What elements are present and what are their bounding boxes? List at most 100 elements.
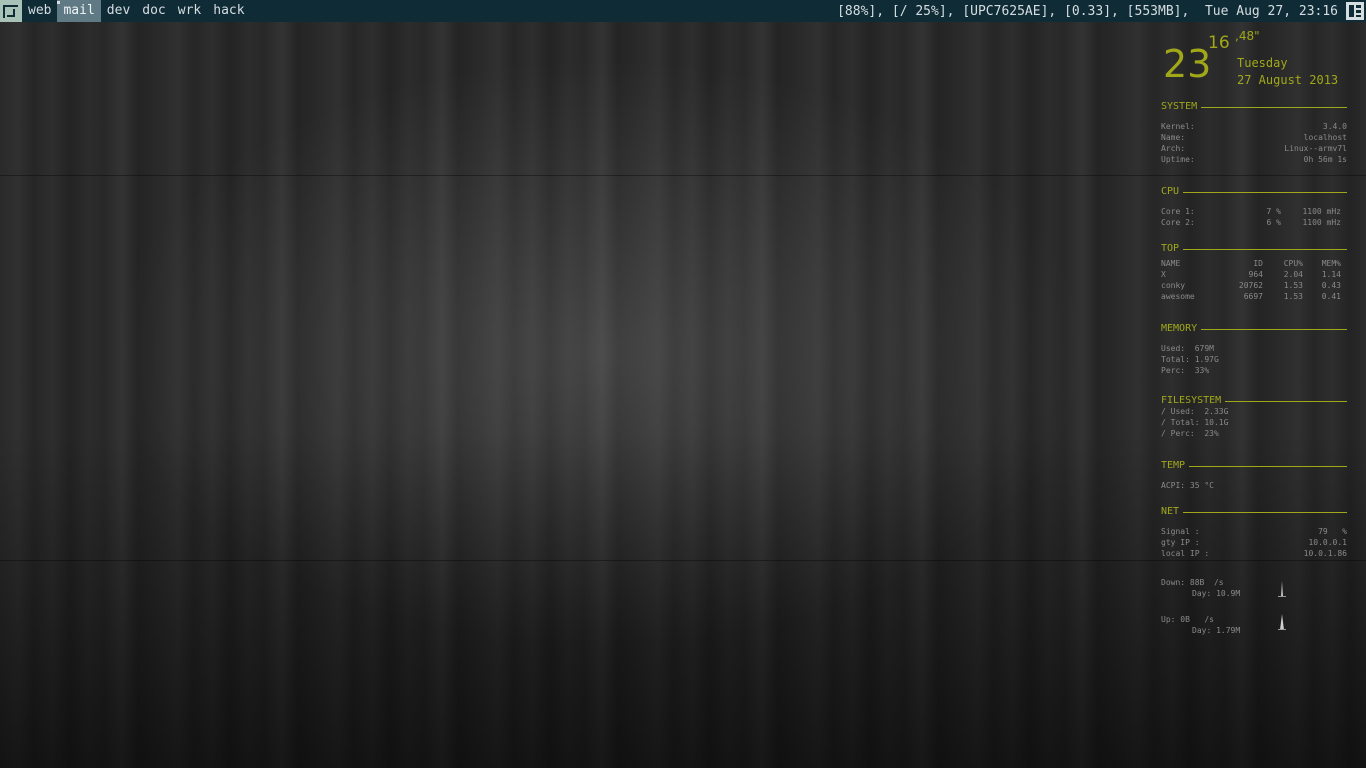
net-info: Signal : 79 % gty IP : 10.0.0.1 local IP :…	[1161, 526, 1347, 559]
section-title: CPU	[1161, 185, 1180, 197]
system-value: localhost	[1303, 133, 1347, 142]
process-cpu: 1.53	[1283, 281, 1303, 290]
process-row: awesome 6697 1.53 0.41	[1161, 291, 1347, 302]
download-spike-graph	[1278, 581, 1286, 597]
awesome-icon[interactable]	[0, 0, 22, 22]
tag-hack[interactable]: hack	[207, 0, 250, 22]
system-info: Kernel: 3.4.0 Name: localhost Arch: Linux--…	[1161, 121, 1347, 165]
tag-doc[interactable]: doc	[136, 0, 171, 22]
process-id: 964	[1248, 270, 1263, 279]
section-header-system: SYSTEM	[1157, 100, 1347, 112]
download-rate: Down: 88B /s	[1161, 578, 1224, 587]
memory-percent: Perc: 33%	[1161, 366, 1210, 375]
top-processes: NAME ID CPU% MEM% X 964 2.04 1.14 conky …	[1161, 258, 1347, 302]
section-rule	[1201, 106, 1347, 108]
net-value: 10.0.0.1	[1308, 538, 1347, 547]
cpu-usage: 6 %	[1266, 218, 1281, 227]
fs-used: / Used: 2.33G	[1161, 407, 1229, 416]
column-header: ID	[1253, 259, 1263, 268]
conky-monitor: 23 16 ,48" Tuesday 27 August 2013 SYSTEM…	[1157, 28, 1347, 638]
section-header-top: TOP	[1157, 242, 1347, 254]
system-row: Name: localhost	[1161, 132, 1347, 143]
clock-weekday: Tuesday	[1237, 56, 1288, 70]
system-key: Arch:	[1161, 144, 1186, 153]
cpu-frequency: 1100 mHz	[1302, 218, 1341, 227]
cpu-info: Core 1: 7 % 1100 mHz Core 2: 6 % 1100 mHz	[1161, 206, 1347, 228]
section-title: TOP	[1161, 242, 1180, 254]
net-key: local IP :	[1161, 549, 1210, 558]
tag-web[interactable]: web	[22, 0, 57, 22]
process-name: conky	[1161, 281, 1186, 290]
process-cpu: 1.53	[1283, 292, 1303, 301]
column-header: NAME	[1161, 259, 1181, 268]
net-value: 79 %	[1318, 527, 1347, 536]
process-mem: 1.14	[1321, 270, 1341, 279]
clock-minutes: 16	[1208, 33, 1230, 53]
section-title: SYSTEM	[1161, 100, 1198, 112]
section-title: NET	[1161, 505, 1180, 517]
cpu-core: Core 1:	[1161, 207, 1195, 216]
memory-info: Used: 679M Total: 1.97G Perc: 33%	[1161, 343, 1347, 376]
section-title: FILESYSTEM	[1161, 394, 1222, 406]
cpu-row: Core 2: 6 % 1100 mHz	[1161, 217, 1347, 228]
conky-clock: 23 16 ,48" Tuesday 27 August 2013	[1157, 28, 1347, 90]
process-row: X 964 2.04 1.14	[1161, 269, 1347, 280]
memory-total: Total: 1.97G	[1161, 355, 1219, 364]
process-mem: 0.43	[1321, 281, 1341, 290]
upload-graph: Up: 0B /s Day: 1.79M	[1161, 614, 1347, 638]
acpi-temp: ACPI: 35 °C	[1161, 481, 1214, 490]
process-name: X	[1161, 270, 1166, 279]
status-widgets: [88%], [/ 25%], [UPC7625AE], [0.33], [55…	[837, 3, 1338, 19]
clock-hours: 23	[1163, 42, 1212, 86]
section-header-net: NET	[1157, 505, 1347, 517]
section-rule	[1183, 511, 1347, 513]
net-key: gty IP :	[1161, 538, 1200, 547]
process-name: awesome	[1161, 292, 1195, 301]
section-rule	[1225, 400, 1347, 402]
section-header-temp: TEMP	[1157, 459, 1347, 471]
process-id: 6697	[1243, 292, 1263, 301]
section-header-filesystem: FILESYSTEM	[1157, 394, 1347, 406]
tag-mail[interactable]: mail	[57, 0, 101, 22]
net-row: Signal : 79 %	[1161, 526, 1347, 537]
download-day-total: Day: 10.9M	[1192, 589, 1241, 598]
section-title: TEMP	[1161, 459, 1186, 471]
cpu-usage: 7 %	[1266, 207, 1281, 216]
filesystem-info: / Used: 2.33G / Total: 10.1G / Perc: 23%	[1161, 406, 1347, 439]
system-key: Kernel:	[1161, 122, 1195, 131]
tag-wrk[interactable]: wrk	[172, 0, 207, 22]
system-row: Arch: Linux--armv7l	[1161, 143, 1347, 154]
tag-occupied-indicator	[57, 1, 61, 4]
cpu-frequency: 1100 mHz	[1302, 207, 1341, 216]
system-value: Linux--armv7l	[1284, 144, 1347, 153]
section-rule	[1201, 328, 1347, 330]
memory-used: Used: 679M	[1161, 344, 1214, 353]
column-header: CPU%	[1283, 259, 1303, 268]
tag-label: doc	[142, 3, 166, 18]
process-mem: 0.41	[1321, 292, 1341, 301]
fs-percent: / Perc: 23%	[1161, 429, 1219, 438]
process-cpu: 2.04	[1283, 270, 1303, 279]
cpu-core: Core 2:	[1161, 218, 1195, 227]
tag-dev[interactable]: dev	[101, 0, 136, 22]
upload-spike-graph	[1278, 614, 1286, 630]
tile-layout-icon[interactable]	[1346, 2, 1364, 20]
fs-total: / Total: 10.1G	[1161, 418, 1229, 427]
tag-label: mail	[63, 3, 95, 18]
system-value: 3.4.0	[1322, 122, 1347, 131]
tag-label: dev	[106, 3, 131, 18]
top-header-row: NAME ID CPU% MEM%	[1161, 258, 1347, 269]
net-value: 10.0.1.86	[1303, 549, 1347, 558]
column-header: MEM%	[1321, 259, 1341, 268]
system-value: 0h 56m 1s	[1303, 155, 1347, 164]
tag-label: web	[28, 3, 52, 18]
system-row: Kernel: 3.4.0	[1161, 121, 1347, 132]
section-rule	[1183, 248, 1347, 250]
temp-info: ACPI: 35 °C	[1161, 480, 1347, 491]
system-key: Name:	[1161, 133, 1186, 142]
upload-day-total: Day: 1.79M	[1192, 626, 1241, 635]
clock-date: 27 August 2013	[1237, 73, 1339, 87]
net-row: local IP : 10.0.1.86	[1161, 548, 1347, 559]
top-panel: web mail dev doc wrk hack [88%], [/ 25%]…	[0, 0, 1366, 22]
tag-label: hack	[213, 3, 245, 18]
